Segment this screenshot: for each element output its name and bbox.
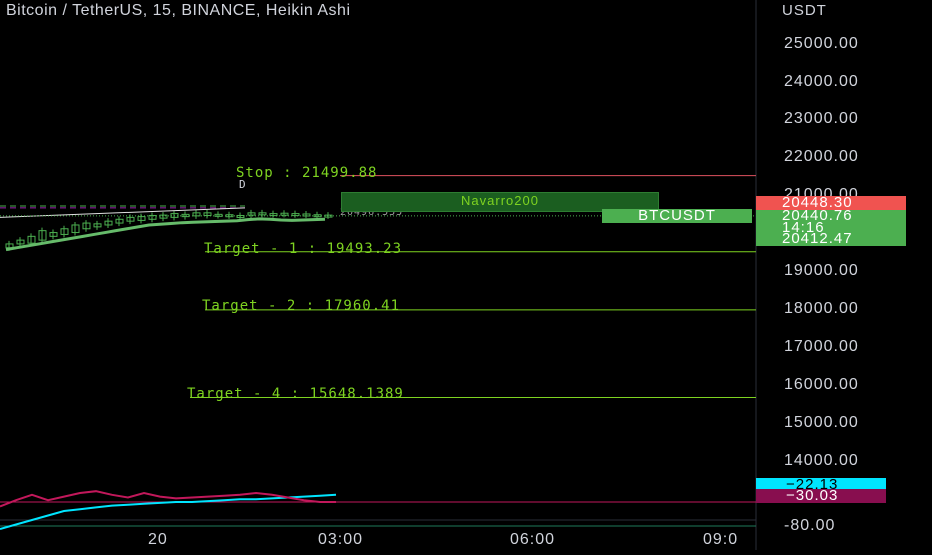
time-tick: 09:0	[703, 531, 739, 548]
price-tick: 25000.00	[784, 35, 859, 52]
price-tick: 22000.00	[784, 148, 859, 165]
chart-stage[interactable]: Bitcoin / TetherUS, 15, BINANCE, Heikin …	[0, 0, 932, 550]
time-tick: 03:00	[318, 531, 364, 548]
target-1-label: Target - 1 : 19493.23	[204, 241, 403, 257]
last-price-value: 20440.76	[782, 207, 853, 224]
price-tick: 24000.00	[784, 73, 859, 90]
price-tick: 16000.00	[784, 376, 859, 393]
low-price-tag: 20412.47	[756, 231, 906, 246]
price-tick: 17000.00	[784, 338, 859, 355]
symbol-tag: BTCUSDT	[602, 208, 752, 223]
osc-line-maroon	[0, 490, 336, 508]
stop-label: Stop : 21499.88	[236, 165, 378, 181]
price-tick: 15000.00	[784, 414, 859, 431]
oscillator-maroon-tag: −30.03	[756, 488, 886, 503]
target-4-label: Target - 4 : 15648.1389	[187, 386, 404, 402]
time-tick: 06:00	[510, 531, 556, 548]
indicator-tick: -80.00	[784, 517, 836, 534]
target-2-label: Target - 2 : 17960.41	[202, 298, 401, 314]
price-tick: 14000.00	[784, 452, 859, 469]
currency-label: USDT	[782, 2, 827, 19]
price-tick: 19000.00	[784, 262, 859, 279]
price-tick: 18000.00	[784, 300, 859, 317]
price-tick: 23000.00	[784, 110, 859, 127]
time-tick: 20	[148, 531, 168, 548]
d-marker: D	[239, 178, 247, 191]
chart-title: Bitcoin / TetherUS, 15, BINANCE, Heikin …	[6, 2, 351, 19]
